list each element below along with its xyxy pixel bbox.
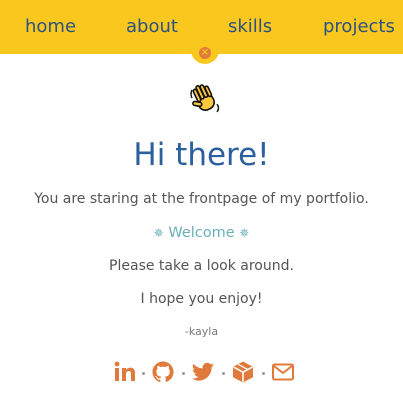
welcome-line: ✵ Welcome ✵ xyxy=(0,224,403,242)
close-icon: × xyxy=(199,47,211,59)
sparkle-icon: ✵ xyxy=(153,226,164,240)
nav-link-about[interactable]: about xyxy=(126,16,178,38)
page-title: Hi there! xyxy=(133,137,270,173)
github-icon[interactable] xyxy=(151,360,175,384)
separator-dot xyxy=(222,372,225,375)
separator-dot xyxy=(182,372,185,375)
codepen-icon[interactable] xyxy=(231,360,255,384)
welcome-text: Welcome xyxy=(168,225,235,241)
separator-dot xyxy=(262,372,265,375)
nav-link-projects[interactable]: projects xyxy=(323,16,395,38)
intro-text: You are staring at the frontpage of my p… xyxy=(34,191,369,207)
sparkle-icon: ✵ xyxy=(239,226,250,240)
twitter-icon[interactable] xyxy=(191,360,215,384)
separator-dot xyxy=(142,372,145,375)
signature: -kayla xyxy=(184,325,219,338)
nav-link-skills[interactable]: skills xyxy=(228,16,272,38)
linkedin-icon[interactable] xyxy=(113,360,137,384)
nav-toggle-button[interactable]: × xyxy=(191,42,219,64)
look-around-text: Please take a look around. xyxy=(109,258,294,274)
enjoy-text: I hope you enjoy! xyxy=(140,291,263,307)
email-icon[interactable] xyxy=(271,360,295,384)
waving-hand-icon xyxy=(190,84,220,113)
nav-link-home[interactable]: home xyxy=(25,16,76,38)
